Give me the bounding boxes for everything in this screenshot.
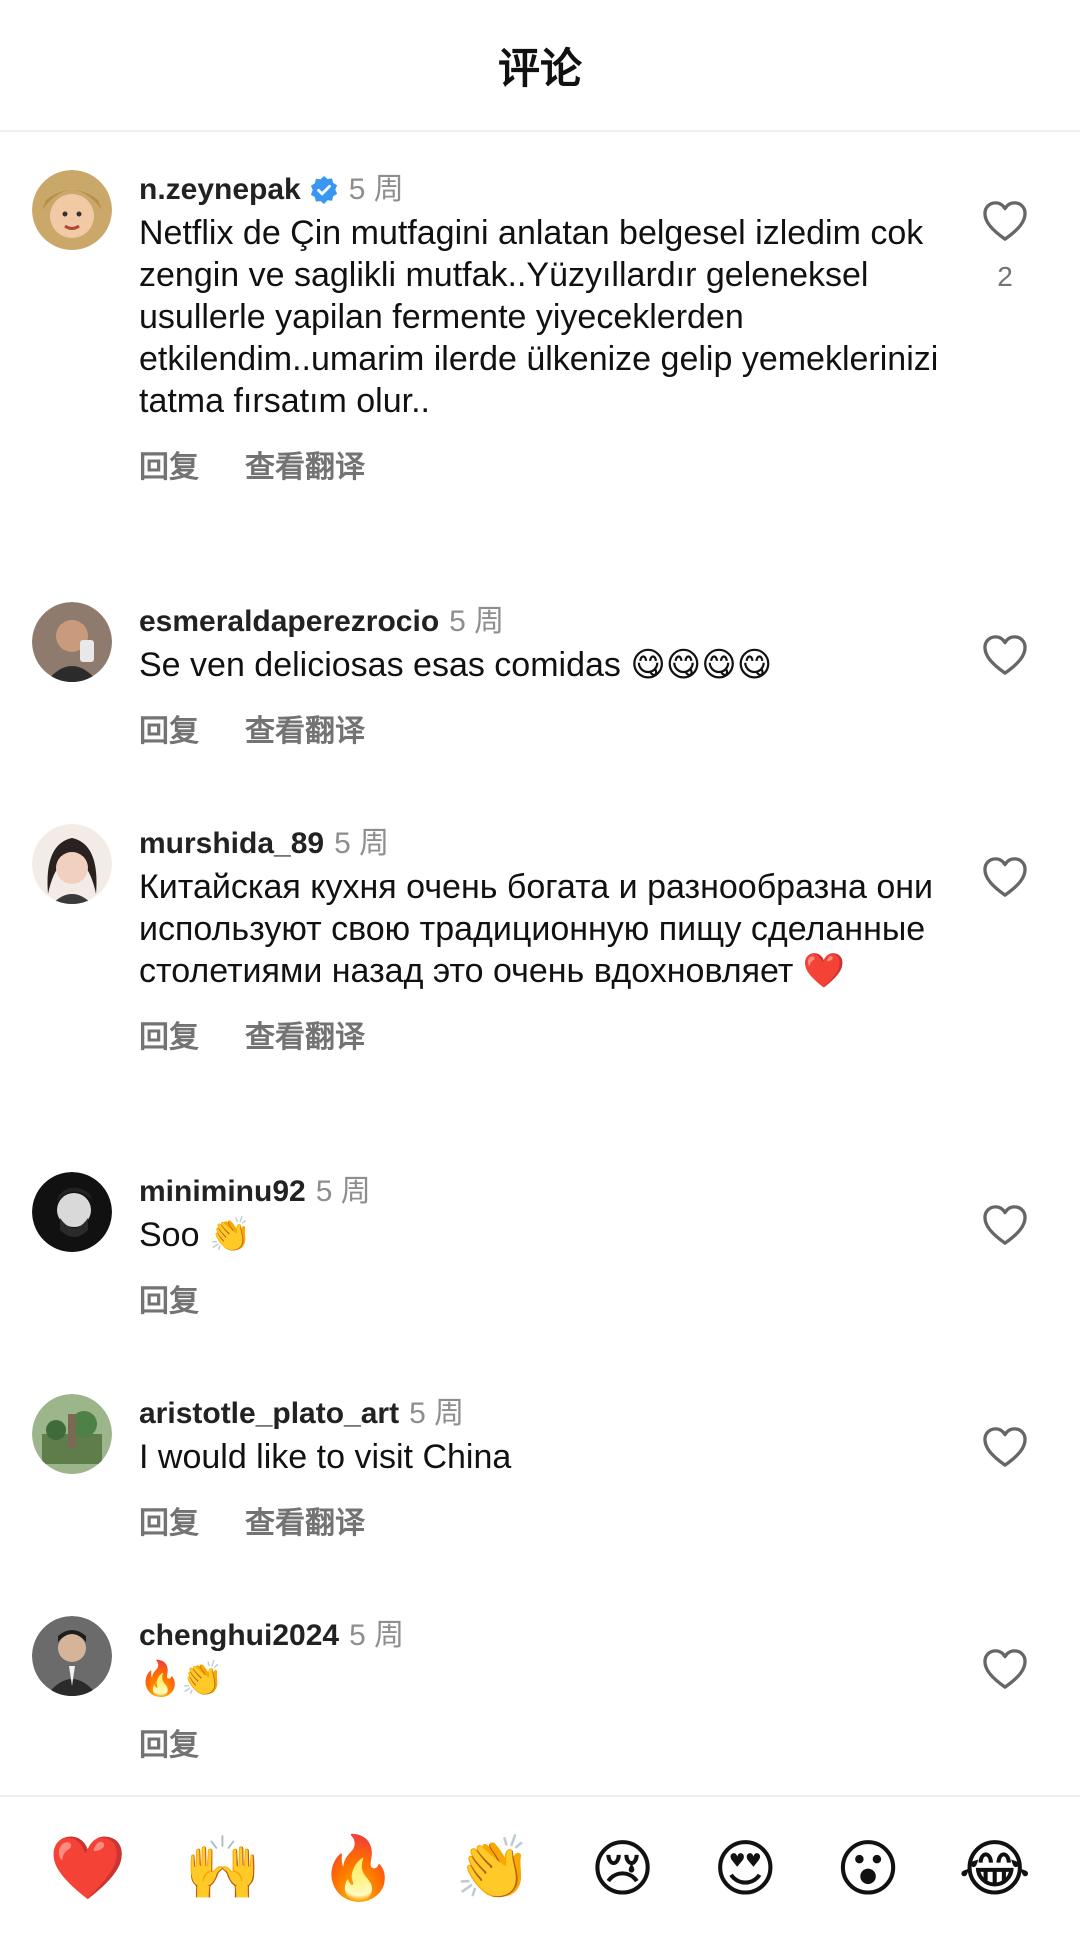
reaction-laughing-button[interactable]: 😂 [958,1832,1030,1905]
reply-button[interactable]: 回复 [139,442,199,486]
reaction-fire-button[interactable]: 🔥 [320,1832,397,1905]
heart-outline-icon [983,1649,1027,1689]
see-translation-button[interactable]: 查看翻译 [245,1012,365,1056]
comment-body: n.zeynepak 5 周 Netflix de Çin mutfagini … [139,170,940,486]
comment-time: 5 周 [449,605,505,638]
like-button[interactable] [982,1648,1028,1695]
username[interactable]: esmeraldaperezrocio [139,602,439,642]
comment-time: 5 周 [349,1619,405,1652]
comment-body: esmeraldaperezrocio 5 周 Se ven deliciosa… [139,602,940,750]
reply-button[interactable]: 回复 [139,1498,199,1542]
comment-actions: 回复 查看翻译 [139,1498,940,1542]
comment-actions: 回复 查看翻译 [139,706,940,750]
comment-body: chenghui2024 5 周 🔥👏 回复 [139,1616,940,1764]
like-button[interactable] [982,1426,1028,1473]
comment-meta: murshida_89 5 周 [139,824,940,864]
see-translation-button[interactable]: 查看翻译 [245,442,365,486]
comment-actions: 回复 [139,1720,940,1764]
comment-actions: 回复 [139,1276,940,1320]
avatar[interactable] [32,170,112,250]
reply-button[interactable]: 回复 [139,1012,199,1056]
comment-actions: 回复 查看翻译 [139,1012,940,1056]
comment-time: 5 周 [334,827,390,860]
comment-text: 🔥👏 [139,1660,224,1698]
username[interactable]: chenghui2024 [139,1616,339,1656]
comment-text: Soo 👏 [139,1216,252,1254]
reply-button[interactable]: 回复 [139,706,199,750]
avatar[interactable] [32,1172,112,1252]
like-button[interactable] [982,856,1028,903]
username[interactable]: n.zeynepak [139,170,301,210]
heart-outline-icon [983,1427,1027,1467]
see-translation-button[interactable]: 查看翻译 [245,1498,365,1542]
reaction-heart-eyes-button[interactable]: 😍 [713,1832,778,1905]
comment-time: 5 周 [409,1397,465,1430]
like-button[interactable]: 2 [982,200,1028,293]
username[interactable]: miniminu92 [139,1172,306,1212]
comment-text: Netflix de Çin mutfagini anlatan belgese… [139,214,939,420]
page-title: 评论 [497,44,582,92]
heart-outline-icon [983,201,1027,241]
comment-text: Китайская кухня очень богата и разнообра… [139,868,934,990]
quick-reaction-bar: ❤️ 🙌 🔥 👏 😢 😍 😮 😂 [0,1795,1080,1940]
like-button[interactable] [982,1204,1028,1251]
like-button[interactable] [982,634,1028,681]
reaction-crying-button[interactable]: 😢 [590,1832,655,1905]
comment-actions: 回复 查看翻译 [139,442,940,486]
reaction-surprised-button[interactable]: 😮 [836,1832,901,1905]
comment-time: 5 周 [348,173,404,206]
reply-button[interactable]: 回复 [139,1276,199,1320]
heart-outline-icon [983,635,1027,675]
comment-meta: miniminu92 5 周 [139,1172,940,1212]
verified-badge-icon [309,175,339,205]
comment-meta: aristotle_plato_art 5 周 [139,1394,940,1434]
avatar[interactable] [32,1394,112,1474]
heart-outline-icon [983,857,1027,897]
see-translation-button[interactable]: 查看翻译 [245,706,365,750]
comment-meta: chenghui2024 5 周 [139,1616,940,1656]
avatar[interactable] [32,824,112,904]
comments-header: 评论 [0,0,1080,132]
like-count: 2 [997,261,1013,292]
avatar[interactable] [32,1616,112,1696]
comment-meta: n.zeynepak 5 周 [139,170,940,210]
reaction-heart-button[interactable]: ❤️ [49,1832,126,1905]
comment-text: Se ven deliciosas esas comidas 😋😋😋😋 [139,646,773,684]
reaction-raising-hands-button[interactable]: 🙌 [184,1832,261,1905]
comment-text: I would like to visit China [139,1438,512,1476]
comment-time: 5 周 [315,1175,371,1208]
heart-outline-icon [983,1205,1027,1245]
comment-body: murshida_89 5 周 Китайская кухня очень бо… [139,824,940,1056]
comment-body: aristotle_plato_art 5 周 I would like to … [139,1394,940,1542]
username[interactable]: murshida_89 [139,824,324,864]
comment-body: miniminu92 5 周 Soo 👏 回复 [139,1172,940,1320]
username[interactable]: aristotle_plato_art [139,1394,399,1434]
avatar[interactable] [32,602,112,682]
reply-button[interactable]: 回复 [139,1720,199,1764]
comment-meta: esmeraldaperezrocio 5 周 [139,602,940,642]
reaction-clap-button[interactable]: 👏 [455,1832,532,1905]
